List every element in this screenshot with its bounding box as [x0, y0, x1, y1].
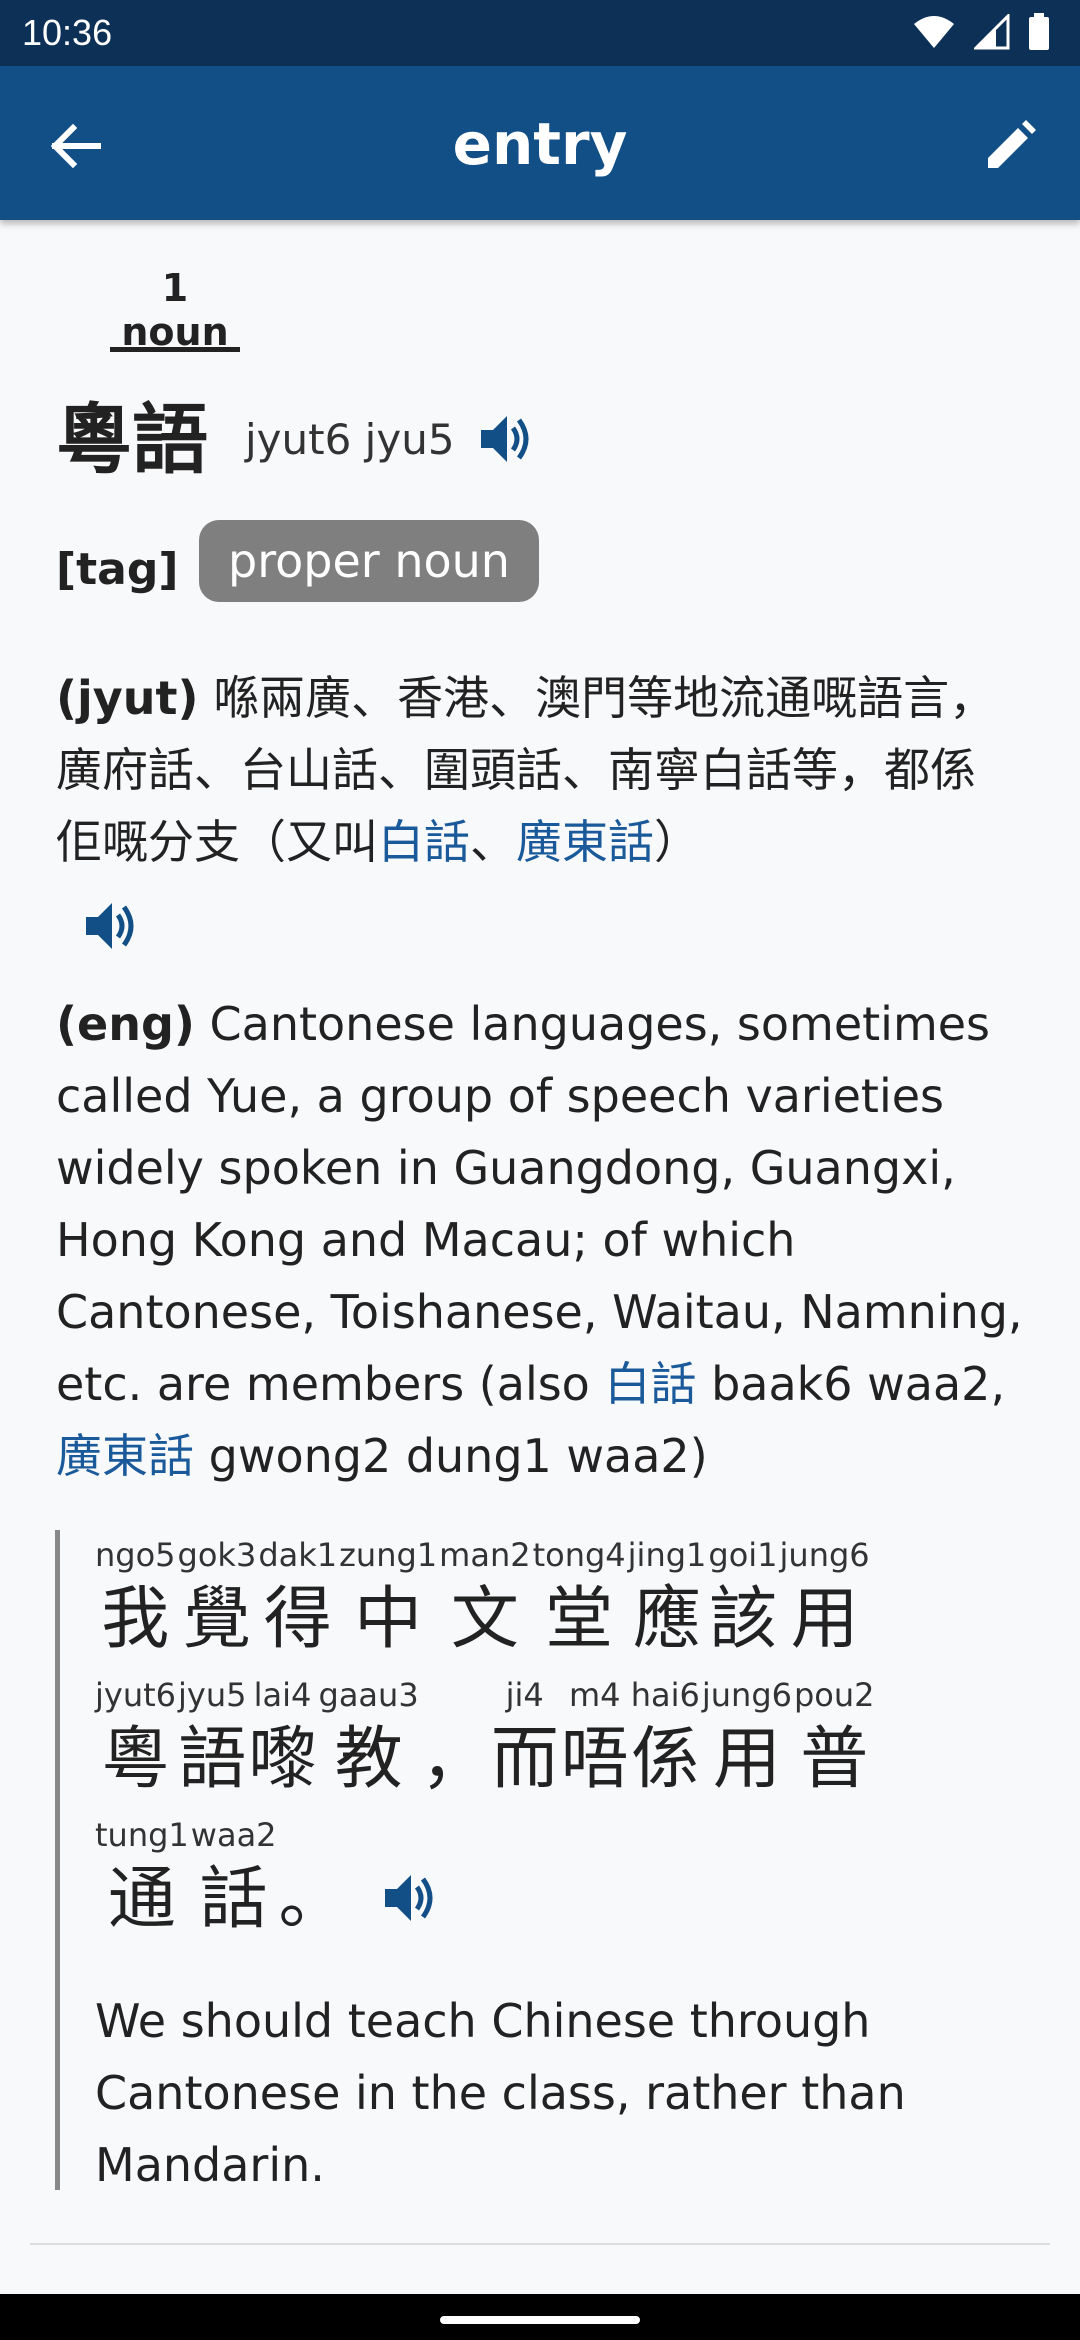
tab-label: 1 noun: [121, 266, 229, 354]
cantonese-definition: (jyut) 喺兩廣、香港、澳門等地流通嘅語言，廣府話、台山話、圍頭話、南寧白話…: [56, 662, 1016, 878]
ruby-char: 。: [278, 1860, 347, 1939]
speaker-icon: [384, 1875, 433, 1921]
ruby-char: goi1 該: [708, 1536, 778, 1659]
ruby-char: tung1 通: [95, 1816, 189, 1939]
ruby-char: jung6 用: [701, 1676, 792, 1799]
example-sentence: ngo5 我 gok3 覺 dak1 得 zung1 中 man2 文 tong4 堂 ji…: [95, 1525, 1055, 2201]
ruby-char: dak1 得: [258, 1536, 338, 1659]
edit-button[interactable]: [980, 116, 1040, 176]
definition-text-end: ）: [654, 815, 700, 869]
signal-icon: [972, 12, 1010, 54]
ruby-char: ，: [420, 1720, 489, 1799]
definition-play-button[interactable]: [80, 895, 142, 957]
ruby-char: waa2 話: [190, 1816, 277, 1939]
definition-text-end: gwong2 dung1 waa2): [194, 1429, 708, 1483]
status-time: 10:36: [22, 12, 113, 53]
status-bar: 10:36: [0, 0, 1080, 66]
ruby-char: m4 唔: [560, 1676, 629, 1799]
headword-jyutping: jyut6 jyu5: [245, 415, 455, 464]
ruby-char: jung6 用: [779, 1536, 870, 1659]
ruby-char: pou2 普: [793, 1676, 875, 1799]
ruby-char: gaau3 教: [318, 1676, 419, 1799]
system-nav-bar: [0, 2294, 1080, 2340]
tag-label: [tag]: [56, 544, 179, 595]
home-handle[interactable]: [440, 2316, 640, 2324]
example-quote-bar: [55, 1530, 60, 2190]
ruby-char: jing1 應: [627, 1536, 707, 1659]
ruby-char: lai4 嚟: [248, 1676, 317, 1799]
tab-indicator: [110, 347, 240, 352]
tab-noun[interactable]: 1 noun: [110, 252, 240, 354]
ruby-char: jyut6 粵: [95, 1676, 177, 1799]
link-baak-waa[interactable]: 白話: [604, 1357, 696, 1411]
pencil-icon: [988, 120, 1036, 168]
definition-separator: 、: [470, 815, 516, 869]
definition-text-mid: baak6 waa2,: [696, 1357, 1006, 1411]
definition-language-tag: (eng): [56, 997, 195, 1051]
page-title: entry: [452, 110, 628, 178]
ruby-char: gok3 覺: [177, 1536, 257, 1659]
speaker-icon: [481, 416, 529, 462]
example-line-3: tung1 通 waa2 話 。: [95, 1805, 1055, 1945]
english-definition: (eng) Cantonese languages, sometimes cal…: [56, 988, 1036, 1492]
tag-badge: proper noun: [199, 520, 539, 602]
ruby-char: ngo5 我: [95, 1536, 176, 1659]
example-translation: We should teach Chinese through Cantones…: [95, 1994, 906, 2192]
link-baak-waa[interactable]: 白話: [378, 815, 470, 869]
example-line-1: ngo5 我 gok3 覺 dak1 得 zung1 中 man2 文 tong4 堂 ji…: [95, 1525, 1055, 1665]
divider: [30, 2243, 1050, 2245]
link-gwong-dung-waa[interactable]: 廣東話: [516, 815, 654, 869]
ruby-char: hai6 係: [630, 1676, 700, 1799]
ruby-char: zung1 中: [339, 1536, 438, 1659]
speaker-icon: [86, 903, 134, 949]
ruby-char: tong4 堂: [532, 1536, 626, 1659]
ruby-char: jyu5 語: [178, 1676, 247, 1799]
headword: 粵語: [56, 395, 208, 484]
example-line-2: jyut6 粵 jyu5 語 lai4 嚟 gaau3 教 ， ji4 而 m4 唔 hai…: [95, 1665, 1055, 1805]
definition-language-tag: (jyut): [56, 671, 199, 725]
ruby-char: ji4 而: [490, 1676, 559, 1799]
pronunciation-play-button[interactable]: [475, 408, 537, 470]
link-gwong-dung-waa[interactable]: 廣東話: [56, 1429, 194, 1483]
status-icons: [912, 12, 1050, 55]
battery-icon: [1028, 13, 1050, 55]
app-bar: entry: [0, 66, 1080, 220]
ruby-char: man2 文: [439, 1536, 531, 1659]
wifi-icon: [912, 14, 956, 54]
definition-text: Cantonese languages, sometimes called Yu…: [56, 997, 1023, 1411]
example-play-button[interactable]: [379, 1867, 441, 1929]
